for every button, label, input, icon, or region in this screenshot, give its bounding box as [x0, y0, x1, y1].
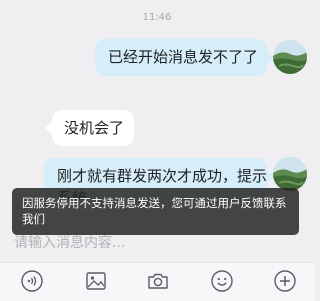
camera-icon[interactable]	[146, 269, 170, 293]
plus-icon[interactable]	[273, 269, 297, 293]
voice-icon[interactable]	[20, 269, 44, 293]
message-timestamp: 11:46	[142, 12, 172, 23]
incoming-message[interactable]: 没机会了	[52, 110, 134, 146]
emoji-icon[interactable]	[210, 269, 234, 293]
avatar[interactable]	[273, 157, 307, 191]
composer-toolbar	[0, 262, 314, 301]
bubble-tail	[45, 122, 52, 134]
image-icon[interactable]	[84, 269, 108, 293]
outgoing-message[interactable]: 已经开始消息发不了了	[95, 39, 267, 76]
message-input-placeholder: 请输入消息内容...	[14, 235, 126, 251]
service-disabled-toast: 因服务停用不支持消息发送，您可通过用户反馈联系我们	[12, 188, 299, 235]
avatar[interactable]	[273, 40, 307, 74]
